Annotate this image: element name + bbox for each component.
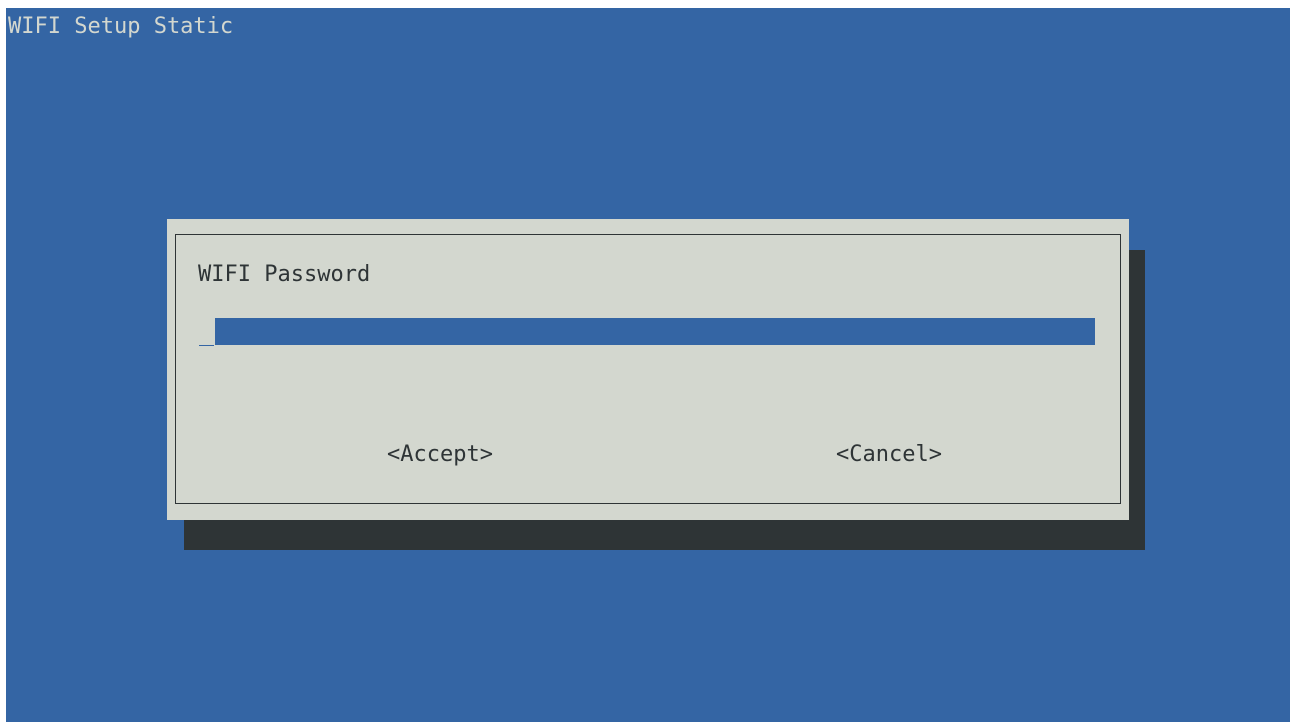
backtitle: WIFI Setup Static xyxy=(8,14,234,39)
text-cursor xyxy=(199,345,214,346)
cancel-button[interactable]: <Cancel> xyxy=(836,442,942,468)
password-dialog: WIFI Password <Accept> <Cancel> xyxy=(167,219,1129,520)
password-input[interactable] xyxy=(215,318,1095,345)
terminal-screen: WIFI Setup Static WIFI Password <Accept>… xyxy=(6,8,1290,722)
dialog-title: WIFI Password xyxy=(198,262,371,287)
accept-button[interactable]: <Accept> xyxy=(387,442,493,468)
